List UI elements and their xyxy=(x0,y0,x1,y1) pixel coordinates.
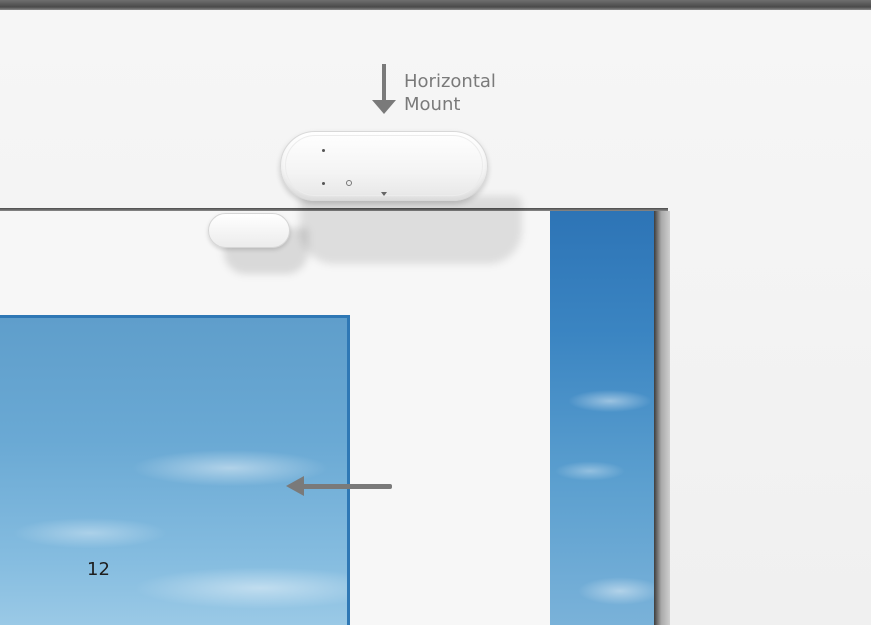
sensor-bezel xyxy=(285,135,483,196)
sky-image xyxy=(0,315,350,625)
indicator-dot-bottom xyxy=(322,182,325,185)
clouds xyxy=(0,318,347,625)
sky-strip-image xyxy=(550,211,654,625)
door-sensor xyxy=(280,131,488,201)
mount-label-line1: Horizontal xyxy=(404,71,496,92)
mount-label-line2: Mount xyxy=(404,94,461,115)
arrow-down-icon xyxy=(372,64,396,114)
mount-label: Horizontal Mount xyxy=(404,70,544,116)
sensor-shadow xyxy=(300,196,522,264)
arrow-left-icon xyxy=(286,476,392,496)
window-frame-right xyxy=(654,211,670,625)
alignment-marker-icon xyxy=(381,192,387,196)
page-number: 12 xyxy=(87,559,110,580)
top-frame-edge xyxy=(0,0,871,10)
indicator-dot-top xyxy=(322,149,325,152)
indicator-ring xyxy=(346,180,352,186)
magnet xyxy=(208,213,290,248)
